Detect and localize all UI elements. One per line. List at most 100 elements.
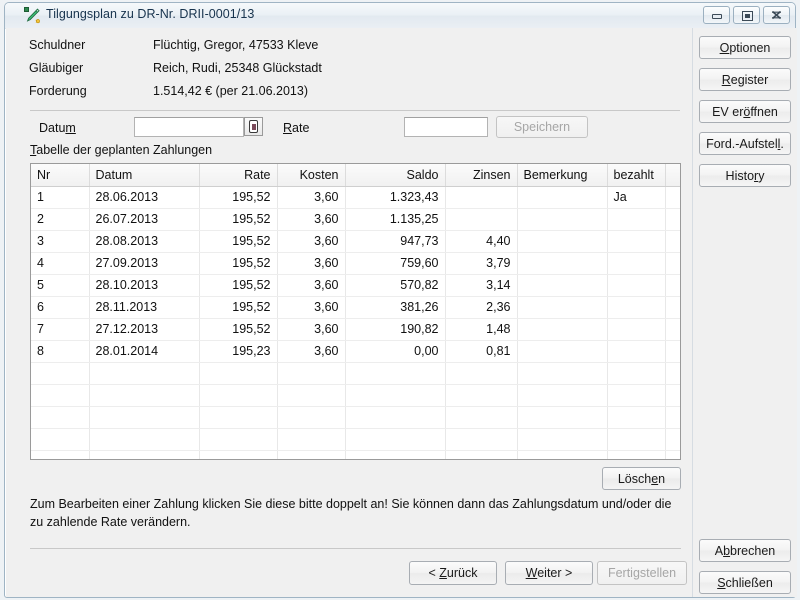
cell-zinsen: 3,14 <box>445 274 517 296</box>
cell-empty <box>517 384 607 406</box>
cell-empty <box>665 384 681 406</box>
cell-empty <box>277 406 345 428</box>
table-row[interactable]: 528.10.2013195,523,60570,823,14 <box>31 274 681 296</box>
cell-pad <box>665 252 681 274</box>
cell-empty <box>89 406 199 428</box>
cell-kosten: 3,60 <box>277 340 345 362</box>
cell-kosten: 3,60 <box>277 230 345 252</box>
table-row[interactable]: 328.08.2013195,523,60947,734,40 <box>31 230 681 252</box>
main-content: Schuldner Flüchtig, Gregor, 47533 Kleve … <box>6 28 692 597</box>
cell-bemerkung <box>517 230 607 252</box>
col-header-saldo[interactable]: Saldo <box>345 164 445 186</box>
optionen-button[interactable]: Optionen <box>699 36 791 59</box>
abbrechen-button[interactable]: Abbrechen <box>699 539 791 562</box>
cell-nr: 7 <box>31 318 89 340</box>
table-row[interactable]: 727.12.2013195,523,60190,821,48 <box>31 318 681 340</box>
register-button[interactable]: Register <box>699 68 791 91</box>
table-row-empty[interactable] <box>31 362 681 384</box>
cell-datum: 28.11.2013 <box>89 296 199 318</box>
cell-pad <box>665 186 681 208</box>
cell-empty <box>199 362 277 384</box>
cell-empty <box>517 362 607 384</box>
col-header-rate[interactable]: Rate <box>199 164 277 186</box>
col-header-zinsen[interactable]: Zinsen <box>445 164 517 186</box>
cell-nr: 3 <box>31 230 89 252</box>
col-header-pad <box>665 164 681 186</box>
cell-empty <box>31 428 89 450</box>
cell-rate: 195,52 <box>199 274 277 296</box>
cell-bemerkung <box>517 186 607 208</box>
label-schuldner: Schuldner <box>29 38 85 52</box>
cell-rate: 195,52 <box>199 230 277 252</box>
col-header-kosten[interactable]: Kosten <box>277 164 345 186</box>
cell-bezahlt <box>607 318 665 340</box>
cell-empty <box>89 428 199 450</box>
minimize-icon <box>712 14 722 19</box>
cell-pad <box>665 208 681 230</box>
col-header-datum[interactable]: Datum <box>89 164 199 186</box>
cell-kosten: 3,60 <box>277 318 345 340</box>
table-row-empty[interactable] <box>31 406 681 428</box>
finish-button[interactable]: Fertigstellen <box>597 561 687 585</box>
cell-zinsen <box>445 186 517 208</box>
cell-kosten: 3,60 <box>277 208 345 230</box>
window-controls <box>703 6 790 24</box>
schliessen-button[interactable]: Schließen <box>699 571 791 594</box>
value-forderung: 1.514,42 € (per 21.06.2013) <box>153 84 308 98</box>
date-picker-button[interactable] <box>244 117 263 136</box>
col-header-bemerkung[interactable]: Bemerkung <box>517 164 607 186</box>
ford-aufstell-button[interactable]: Ford.-Aufstell. <box>699 132 791 155</box>
ev-eroeffnen-button-label: EV eröffnen <box>712 105 778 119</box>
table-row-empty[interactable] <box>31 450 681 460</box>
back-button[interactable]: < Zurück <box>409 561 497 585</box>
window-title: Tilgungsplan zu DR-Nr. DRII-0001/13 <box>46 7 254 21</box>
cell-saldo: 190,82 <box>345 318 445 340</box>
table-row-empty[interactable] <box>31 428 681 450</box>
table-row[interactable]: 828.01.2014195,233,600,000,81 <box>31 340 681 362</box>
cell-bezahlt <box>607 252 665 274</box>
close-icon <box>764 7 789 23</box>
history-button[interactable]: History <box>699 164 791 187</box>
table-row[interactable]: 427.09.2013195,523,60759,603,79 <box>31 252 681 274</box>
label-glaeubiger: Gläubiger <box>29 61 83 75</box>
cell-empty <box>89 450 199 460</box>
cell-empty <box>517 406 607 428</box>
abbrechen-button-label: Abbrechen <box>715 544 775 558</box>
cell-empty <box>607 428 665 450</box>
history-button-label: History <box>726 169 765 183</box>
cell-empty <box>607 406 665 428</box>
cell-rate: 195,52 <box>199 252 277 274</box>
cell-bemerkung <box>517 274 607 296</box>
cell-saldo: 759,60 <box>345 252 445 274</box>
table-row-empty[interactable] <box>31 384 681 406</box>
ford-aufstell-button-label: Ford.-Aufstell. <box>706 137 784 151</box>
minimize-button[interactable] <box>703 6 730 24</box>
divider <box>30 110 680 111</box>
table-row[interactable]: 628.11.2013195,523,60381,262,36 <box>31 296 681 318</box>
cell-nr: 8 <box>31 340 89 362</box>
maximize-button[interactable] <box>733 6 760 24</box>
next-button[interactable]: Weiter > <box>505 561 593 585</box>
cell-kosten: 3,60 <box>277 252 345 274</box>
calendar-icon <box>249 120 258 133</box>
delete-button[interactable]: Löschen <box>602 467 681 490</box>
cell-empty <box>345 384 445 406</box>
col-header-bezahlt[interactable]: bezahlt <box>607 164 665 186</box>
cell-saldo: 947,73 <box>345 230 445 252</box>
ev-eroeffnen-button[interactable]: EV eröffnen <box>699 100 791 123</box>
cell-nr: 6 <box>31 296 89 318</box>
col-header-nr[interactable]: Nr <box>31 164 89 186</box>
save-button[interactable]: Speichern <box>496 116 588 138</box>
hint-text: Zum Bearbeiten einer Zahlung klicken Sie… <box>30 495 685 531</box>
close-button[interactable] <box>763 6 790 24</box>
rate-input[interactable] <box>404 117 488 137</box>
cell-empty <box>607 362 665 384</box>
cell-rate: 195,52 <box>199 318 277 340</box>
datum-input[interactable] <box>134 117 244 137</box>
table-row[interactable]: 128.06.2013195,523,601.323,43Ja <box>31 186 681 208</box>
cell-bemerkung <box>517 296 607 318</box>
label-rate: Rate <box>283 121 309 135</box>
cell-empty <box>31 384 89 406</box>
payments-table[interactable]: Nr Datum Rate Kosten Saldo Zinsen Bemerk… <box>30 163 681 460</box>
table-row[interactable]: 226.07.2013195,523,601.135,25 <box>31 208 681 230</box>
